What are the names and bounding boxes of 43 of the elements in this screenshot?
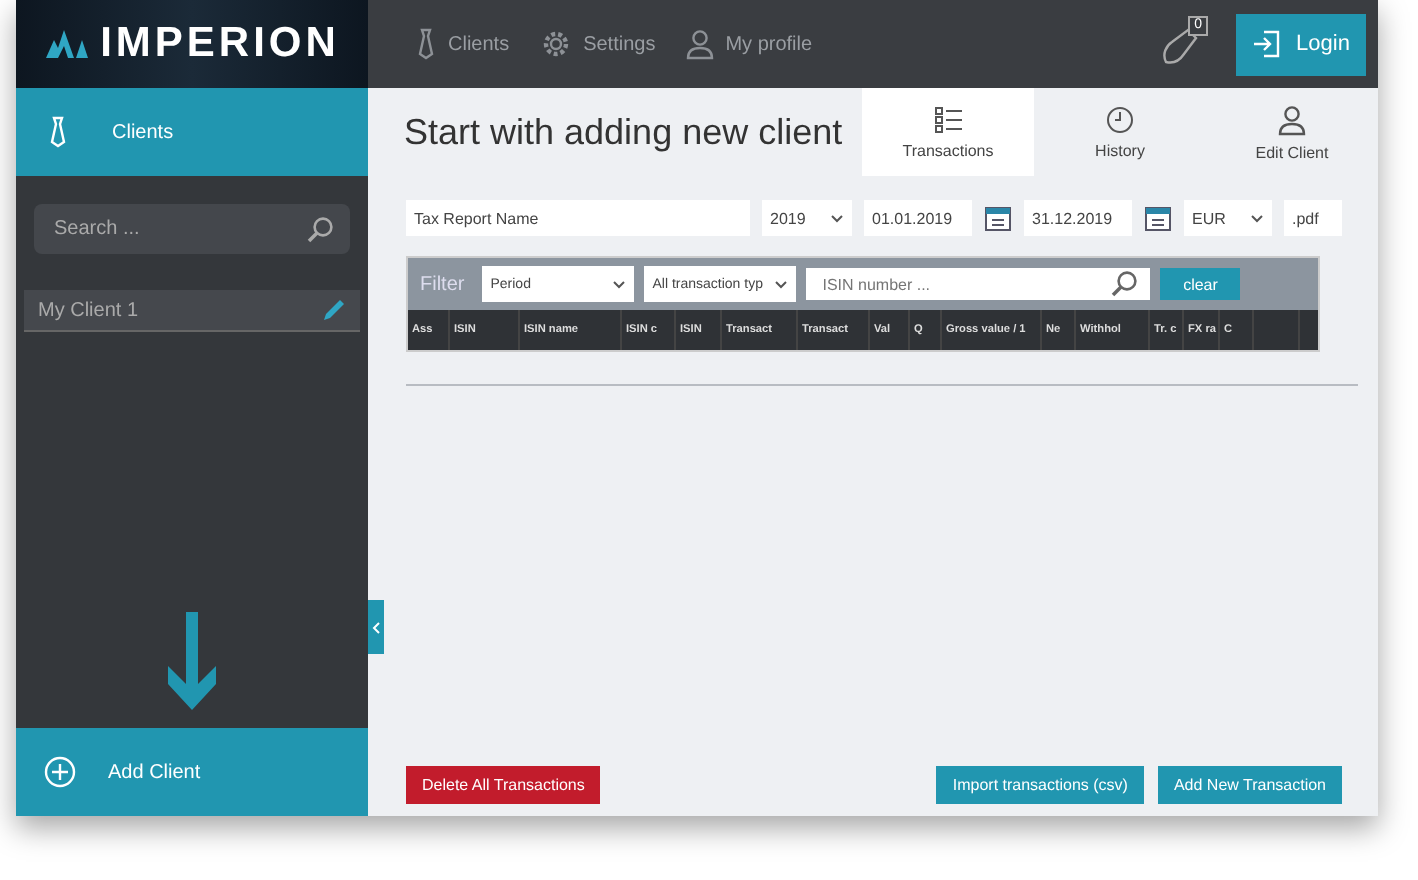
tab[interactable]: Transactions bbox=[862, 88, 1034, 176]
logo-icon bbox=[44, 28, 89, 60]
login-icon bbox=[1252, 30, 1281, 58]
plus-circle-icon bbox=[44, 756, 76, 788]
search-box[interactable]: Search ... bbox=[34, 204, 350, 254]
list-icon bbox=[934, 105, 962, 133]
calendar-icon bbox=[1144, 204, 1172, 232]
currency-select[interactable]: EUR bbox=[1184, 200, 1272, 236]
format-field[interactable]: .pdf bbox=[1284, 200, 1342, 236]
nav-link[interactable]: Settings bbox=[539, 28, 656, 60]
caret-icon bbox=[830, 213, 844, 223]
caret-icon bbox=[1250, 213, 1264, 223]
person-icon bbox=[685, 28, 714, 60]
tie-icon bbox=[48, 116, 68, 148]
year-select[interactable]: 2019 bbox=[762, 200, 852, 236]
page-title: Start with adding new client bbox=[404, 111, 845, 153]
search-icon bbox=[306, 215, 334, 243]
nav-link[interactable]: My profile bbox=[685, 28, 813, 60]
filter-label: Filter bbox=[420, 273, 465, 295]
search-icon bbox=[1110, 270, 1139, 298]
action-button[interactable]: Delete All Transactions bbox=[406, 766, 601, 804]
report-name-field[interactable]: Tax Report Name bbox=[406, 200, 750, 236]
logo-text: IMPERION bbox=[100, 20, 340, 68]
gear-icon bbox=[539, 28, 572, 60]
pencil-icon bbox=[320, 296, 348, 324]
sidebar-title: Clients bbox=[112, 121, 174, 143]
caret-icon bbox=[774, 279, 789, 289]
caret-icon bbox=[612, 279, 627, 289]
tab[interactable]: History bbox=[1034, 88, 1206, 176]
client-name: My Client 1 bbox=[38, 299, 139, 321]
client-item[interactable]: My Client 1 bbox=[24, 290, 360, 332]
calendar-icon bbox=[984, 204, 1012, 232]
isin-search-box[interactable]: ISIN number ... bbox=[806, 268, 1151, 300]
clock-icon bbox=[1106, 105, 1134, 133]
tie-icon bbox=[416, 28, 436, 60]
tab[interactable]: Edit Client bbox=[1206, 88, 1378, 176]
date-field[interactable]: 01.01.2019 bbox=[864, 200, 972, 236]
chevron-left-icon bbox=[372, 621, 380, 633]
date-field[interactable]: 31.12.2019 bbox=[1024, 200, 1132, 236]
person-icon bbox=[1278, 103, 1306, 135]
search-field[interactable]: Search ... bbox=[50, 216, 306, 242]
nav-link[interactable]: Clients bbox=[416, 28, 510, 60]
collapse-handle[interactable] bbox=[368, 600, 384, 654]
